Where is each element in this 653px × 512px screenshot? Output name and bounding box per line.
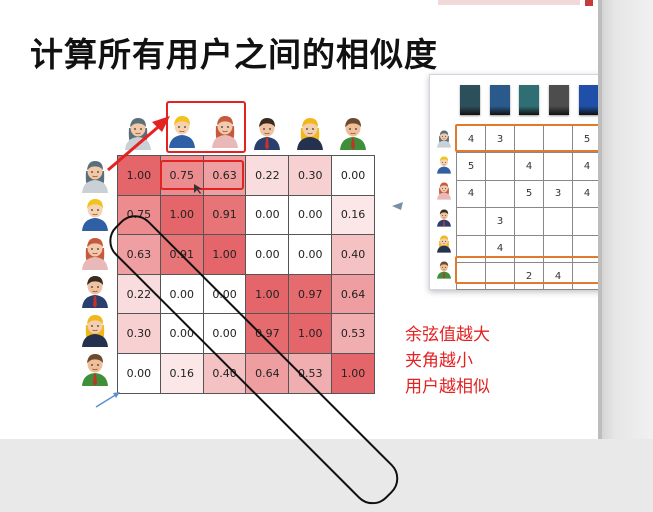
similarity-cell: 0.22	[245, 155, 290, 196]
explanation-note: 余弦值越大 夹角越小 用户越相似	[405, 322, 490, 400]
rating-cell	[456, 207, 486, 236]
user-blonde-woman-icon	[80, 311, 110, 347]
similarity-cell: 0.16	[331, 194, 375, 236]
user-businessman-icon	[436, 207, 452, 227]
similarity-cell: 0.30	[288, 155, 333, 196]
similarity-cell: 0.30	[117, 313, 161, 354]
window-gutter-edge	[598, 0, 602, 439]
rating-cell: 4	[514, 152, 544, 181]
window-gutter	[598, 0, 653, 439]
pointer-arrow	[107, 116, 170, 172]
note-line: 余弦值越大	[405, 325, 490, 345]
user-blonde-woman-icon	[295, 114, 325, 150]
rating-cell: 3	[543, 179, 573, 209]
small-blue-arrow	[95, 392, 120, 408]
user-green-man-icon	[436, 259, 452, 279]
note-line: 用户越相似	[405, 377, 490, 397]
similarity-cell: 0.64	[331, 273, 375, 315]
similarity-cell: 1.00	[331, 352, 375, 394]
similarity-cell: 0.91	[202, 194, 247, 236]
rating-cell: 5	[456, 152, 486, 181]
user-businessman-icon	[252, 114, 282, 150]
similarity-cell: 1.00	[288, 313, 333, 354]
similarity-cell: 0.97	[288, 273, 333, 315]
slide: 计算所有用户之间的相似度 1.00 0.75 0.63 0.22 0.30 0.00 0.7…	[0, 0, 641, 512]
slide-title: 计算所有用户之间的相似度	[30, 35, 438, 74]
rating-cell: 4	[456, 179, 486, 209]
user-gray-woman-icon	[436, 128, 452, 148]
similarity-cell: 0.00	[331, 155, 375, 196]
similarity-cell: 0.00	[245, 234, 290, 275]
rating-cell	[485, 179, 515, 209]
user-blonde-woman-icon	[436, 233, 452, 253]
rating-cell: 3	[485, 207, 515, 236]
rating-cell	[514, 207, 544, 236]
similarity-cell: 0.00	[245, 194, 290, 236]
slide-top-mark	[585, 0, 593, 6]
similarity-cell: 1.00	[202, 234, 247, 275]
user-redhead-girl-icon	[436, 180, 452, 200]
similarity-cell: 1.00	[159, 194, 204, 236]
similarity-cell: 1.00	[245, 273, 290, 315]
similarity-cell: 0.00	[288, 194, 333, 236]
book-cover-icon	[579, 85, 599, 115]
note-line: 夹角越小	[405, 351, 473, 371]
rating-cell	[543, 152, 573, 181]
rating-cell: 5	[514, 179, 544, 209]
slide-top-bar	[438, 0, 580, 5]
user-green-man-icon	[338, 114, 368, 150]
similarity-cell: 0.00	[117, 352, 161, 394]
similarity-cell: 0.00	[288, 234, 333, 275]
user-businessman-icon	[80, 272, 110, 308]
book-cover-icon	[460, 85, 480, 115]
user-blonde-boy-icon	[436, 154, 452, 174]
similarity-cell: 0.40	[331, 234, 375, 275]
user-redhead-girl-icon	[80, 234, 110, 270]
rating-cell	[543, 207, 573, 236]
user-blonde-boy-icon	[80, 195, 110, 231]
book-cover-icon	[519, 85, 539, 115]
user-green-man-icon	[80, 350, 110, 386]
book-cover-icon	[490, 85, 510, 115]
mouse-cursor-icon	[194, 184, 202, 194]
small-gray-arrow	[392, 202, 403, 210]
similarity-cell: 0.16	[159, 352, 204, 394]
rating-cell	[485, 152, 515, 181]
similarity-cell: 0.53	[331, 313, 375, 354]
book-cover-icon	[549, 85, 569, 115]
